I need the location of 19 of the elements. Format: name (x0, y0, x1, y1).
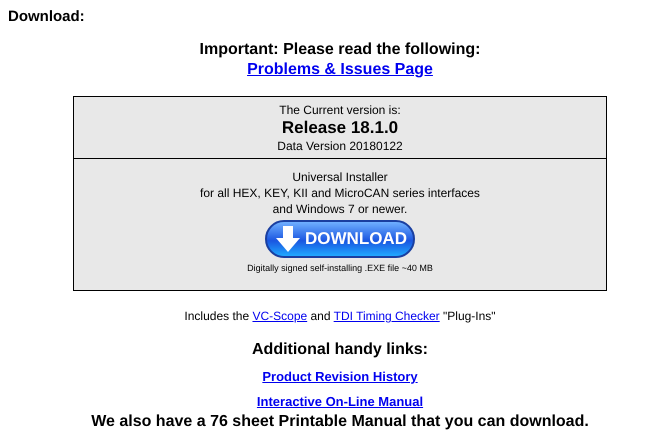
installer-text: and Windows 7 or newer. (272, 201, 408, 217)
plugin-link[interactable]: TDI Timing Checker (334, 309, 440, 323)
release-version: Release 18.1.0 (282, 118, 398, 138)
installer-text: Universal Installer (292, 169, 388, 185)
links-title: Additional handy links: (252, 341, 428, 359)
includes-text: Includes the VC-Scope and TDI Timing Checker "Plug-Ins" (184, 309, 496, 323)
file-note: Digitally signed self-installing .EXE file ~40 MB (247, 262, 433, 275)
manual-note: We also have a 76 sheet Printable Manual that you can download. (91, 413, 589, 431)
version-caption: The Current version is: (279, 103, 401, 117)
handy-link[interactable]: Product Revision History (262, 369, 418, 384)
download-button[interactable]: DOWNLOAD (265, 220, 415, 258)
plugin-link[interactable]: VC-Scope (252, 309, 308, 323)
installer-text: for all HEX, KEY, KII and MicroCAN series interfaces (200, 185, 480, 201)
page-heading: Download: (7, 7, 86, 25)
down-arrow-icon (273, 224, 303, 254)
issues-link[interactable]: Problems & Issues Page (247, 61, 433, 79)
data-version: Data Version 20180122 (277, 139, 403, 153)
notice-title: Important: Please read the following: (200, 41, 480, 59)
handy-link[interactable]: Interactive On-Line Manual (256, 394, 424, 409)
